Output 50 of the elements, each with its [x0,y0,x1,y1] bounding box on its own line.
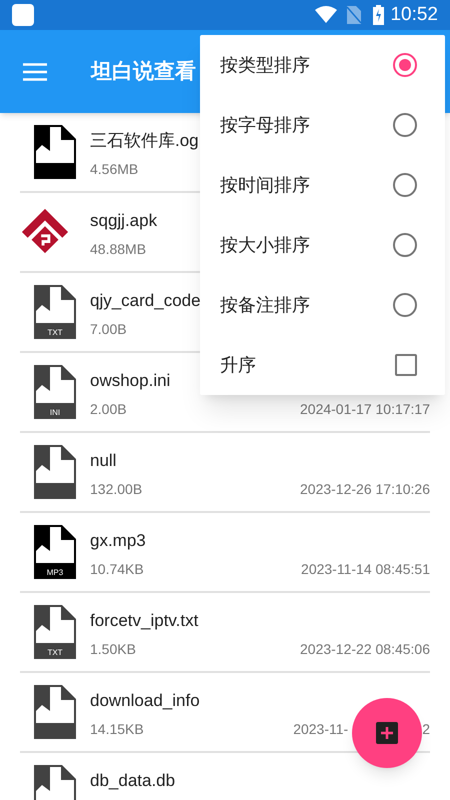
file-name: forcetv_iptv.txt [90,610,198,632]
radio-button[interactable] [393,173,417,197]
file-name: owshop.ini [90,370,170,392]
file-date: 2023-11- [293,720,348,740]
wifi-icon [315,6,338,24]
file-name: qjy_card_code [90,290,201,312]
file-name: db_data.db [90,770,176,792]
file-date: 2024-01-17 10:17:17 [300,400,430,420]
file-name: download_info [90,690,200,712]
sort-option[interactable]: 按时间排序 [200,155,445,215]
file-icon: MP3 [34,525,76,579]
radio-button[interactable] [393,113,417,137]
no-sim-icon [347,6,362,24]
radio-button[interactable] [393,293,417,317]
sort-option[interactable]: 按大小排序 [200,215,445,275]
file-size: 7.00B [90,320,127,340]
file-name: gx.mp3 [90,530,146,552]
clock-time: 10:52 [390,2,438,27]
file-size: 132.00B [90,480,142,500]
add-file-icon [376,722,398,744]
file-date: 2023-12-22 08:45:06 [300,640,430,660]
battery-charging-icon [373,5,384,25]
menu-icon[interactable] [23,62,47,80]
sort-option[interactable]: 按类型排序 [200,35,445,95]
file-size: 10.74KB [90,560,144,580]
file-size: 14.15KB [90,720,144,740]
radio-button[interactable] [393,53,417,77]
file-icon [34,125,76,179]
file-icon: INI [34,365,76,419]
file-size: 2.00B [90,400,127,420]
file-size: 48.88MB [90,240,146,260]
sort-option[interactable]: 升序 [200,335,445,395]
file-date: 2023-11-14 08:45:51 [301,560,430,580]
file-date: 2023-12-26 17:10:26 [300,480,430,500]
file-name: sqgjj.apk [90,210,158,232]
file-name: null [90,450,116,472]
file-icon: TXT [34,285,76,339]
file-name: 三石软件库.og [90,130,199,152]
file-icon [34,445,76,499]
sort-option[interactable]: 按备注排序 [200,275,445,335]
app-title: 坦白说查看 [91,58,196,85]
sort-option[interactable]: 按字母排序 [200,95,445,155]
radio-button[interactable] [393,233,417,257]
file-date: 2 [422,720,430,740]
file-size: 1.50KB [90,640,136,660]
checkbox[interactable] [395,354,417,376]
file-icon [34,685,76,739]
file-size: 4.56MB [90,160,138,180]
notification-icon [12,4,34,26]
file-icon: TXT [34,605,76,659]
